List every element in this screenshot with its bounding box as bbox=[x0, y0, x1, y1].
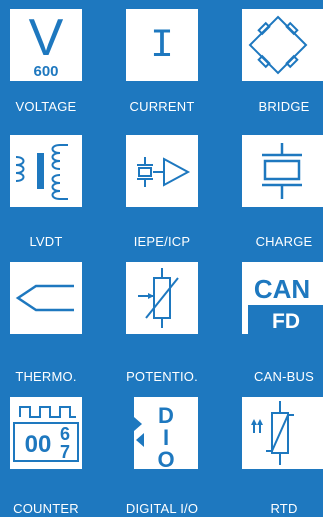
charge-tile[interactable] bbox=[242, 135, 323, 207]
digital-io-tile[interactable]: D I O bbox=[126, 397, 198, 469]
voltage-icon: V 600 bbox=[29, 9, 64, 80]
charge-icon bbox=[262, 143, 302, 199]
iepe-icp-icon bbox=[137, 157, 191, 187]
bridge-tile[interactable] bbox=[242, 9, 323, 81]
svg-text:I: I bbox=[150, 24, 174, 69]
svg-text:7: 7 bbox=[60, 442, 70, 462]
potentiometer-icon bbox=[138, 268, 179, 328]
can-bus-tile[interactable]: CAN FD bbox=[242, 262, 323, 334]
svg-text:600: 600 bbox=[33, 63, 58, 80]
rtd-icon bbox=[251, 401, 294, 465]
bridge-label: BRIDGE bbox=[258, 99, 310, 114]
counter-icon: 00 6 7 bbox=[13, 406, 79, 462]
rtd-tile[interactable] bbox=[242, 397, 323, 469]
lvdt-tile[interactable] bbox=[10, 135, 82, 207]
current-tile[interactable]: I bbox=[126, 9, 198, 81]
potentio-label: POTENTIO. bbox=[126, 369, 198, 384]
thermo-label: THERMO. bbox=[15, 369, 77, 384]
svg-text:O: O bbox=[157, 447, 174, 469]
lvdt-icon bbox=[15, 144, 68, 200]
charge-label: CHARGE bbox=[255, 234, 313, 249]
thermo-tile[interactable] bbox=[10, 262, 82, 334]
svg-text:00: 00 bbox=[25, 431, 52, 458]
sensor-type-grid: V 600 VOLTAGE I CURRENT BRIDGE LVDT IEPE… bbox=[0, 0, 323, 517]
svg-text:6: 6 bbox=[60, 424, 70, 444]
bridge-icon bbox=[248, 15, 308, 75]
iepe-icp-tile[interactable] bbox=[126, 135, 198, 207]
counter-label: COUNTER bbox=[13, 501, 79, 516]
svg-text:CAN: CAN bbox=[254, 274, 310, 304]
potentio-tile[interactable] bbox=[126, 262, 198, 334]
can-bus-icon: CAN FD bbox=[248, 274, 323, 334]
voltage-tile[interactable]: V 600 bbox=[10, 9, 82, 81]
iepe-icp-label: IEPE/ICP bbox=[133, 234, 191, 249]
current-label: CURRENT bbox=[129, 99, 195, 114]
svg-text:FD: FD bbox=[272, 310, 300, 333]
svg-text:V: V bbox=[29, 9, 64, 67]
can-bus-label: CAN-BUS bbox=[254, 369, 314, 384]
rtd-label: RTD bbox=[270, 501, 298, 516]
digital-io-icon: D I O bbox=[126, 397, 175, 469]
thermocouple-icon bbox=[15, 284, 74, 312]
digital-io-label: DIGITAL I/O bbox=[125, 501, 199, 516]
current-icon: I bbox=[150, 24, 174, 69]
lvdt-label: LVDT bbox=[29, 234, 63, 249]
voltage-label: VOLTAGE bbox=[15, 99, 77, 114]
counter-tile[interactable]: 00 6 7 bbox=[10, 397, 82, 469]
